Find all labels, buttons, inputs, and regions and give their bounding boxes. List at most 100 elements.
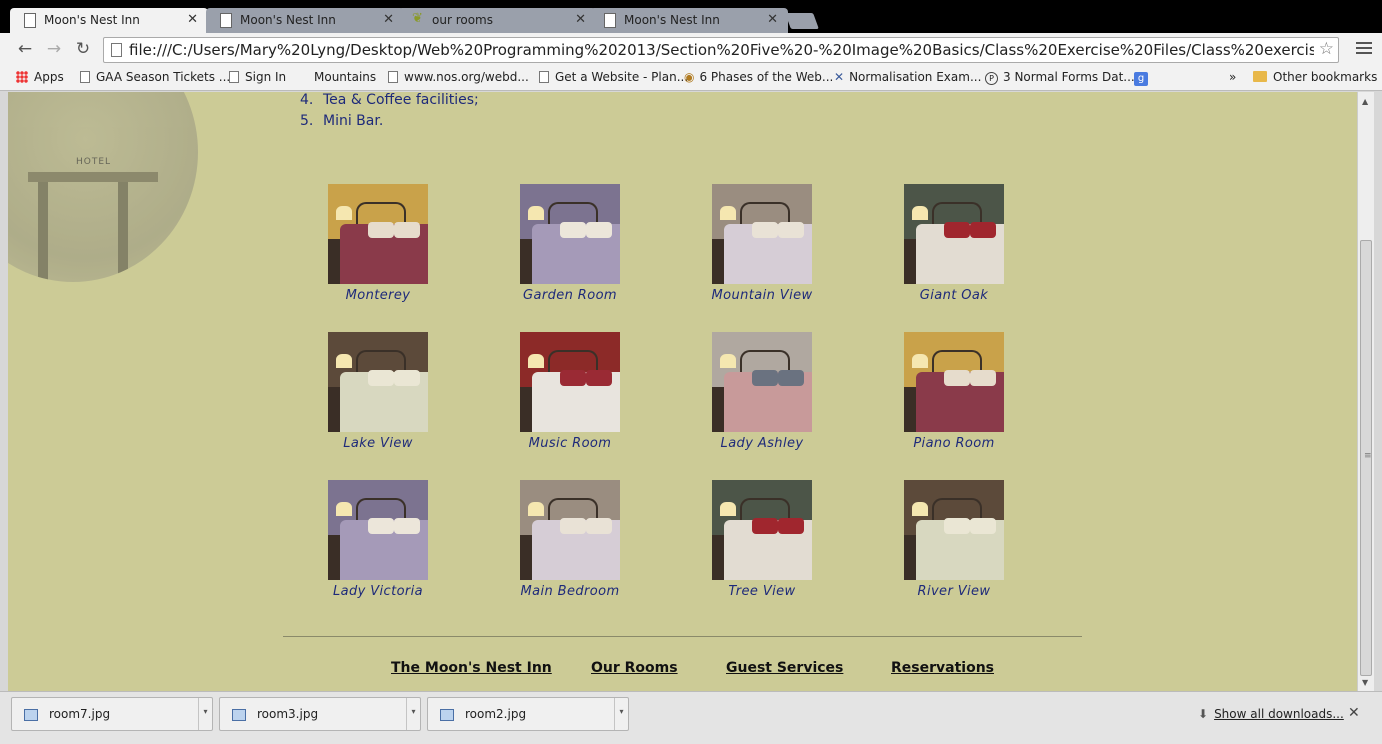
room-card: Monterey xyxy=(308,184,448,303)
footer-link-guest-services[interactable]: Guest Services xyxy=(726,660,843,676)
other-bookmarks[interactable]: Other bookmarks xyxy=(1253,70,1377,84)
download-menu-arrow-icon[interactable]: ▾ xyxy=(406,698,420,730)
show-all-downloads-link[interactable]: ⬇ Show all downloads... xyxy=(1198,707,1344,721)
porch-post xyxy=(118,182,128,282)
page-icon xyxy=(539,71,549,83)
room-caption: Music Room xyxy=(528,436,612,451)
bookmark-item[interactable]: Mountains xyxy=(314,70,376,84)
bookmark-google[interactable]: g xyxy=(1134,70,1148,86)
browser-window: Moon's Nest Inn ✕ Moon's Nest Inn ✕ ❦ ou… xyxy=(0,0,1382,744)
room-card: Mountain View xyxy=(692,184,832,303)
bookmark-label: Normalisation Exam... xyxy=(849,70,982,84)
room-thumbnail[interactable] xyxy=(328,480,428,580)
room-thumbnail[interactable] xyxy=(520,332,620,432)
room-thumbnail[interactable] xyxy=(904,184,1004,284)
bookmark-label: 3 Normal Forms Dat... xyxy=(1003,70,1135,84)
vertical-scrollbar[interactable]: ▲ ≡ ▼ xyxy=(1357,92,1374,691)
room-caption: Main Bedroom xyxy=(520,584,620,599)
page-icon xyxy=(80,71,90,83)
tab-title: Moon's Nest Inn xyxy=(44,13,140,27)
room-thumbnail[interactable] xyxy=(904,480,1004,580)
address-bar[interactable]: file:///C:/Users/Mary%20Lyng/Desktop/Web… xyxy=(103,37,1339,63)
hotel-logo-image: HOTEL xyxy=(8,92,198,282)
tab-title: our rooms xyxy=(432,13,493,27)
download-menu-arrow-icon[interactable]: ▾ xyxy=(198,698,212,730)
url-text[interactable]: file:///C:/Users/Mary%20Lyng/Desktop/Web… xyxy=(129,41,1314,59)
room-thumbnail[interactable] xyxy=(328,184,428,284)
room-thumbnail[interactable] xyxy=(328,332,428,432)
download-item[interactable]: room2.jpg ▾ xyxy=(427,697,629,731)
bookmark-star-icon[interactable]: ☆ xyxy=(1319,39,1334,59)
close-icon[interactable]: ✕ xyxy=(187,12,198,27)
room-thumbnail[interactable] xyxy=(904,332,1004,432)
bookmark-label: Sign In xyxy=(245,70,287,84)
close-icon[interactable]: ✕ xyxy=(1348,705,1360,721)
room-card: Lady Victoria xyxy=(308,480,448,599)
bookmark-apps[interactable]: Apps xyxy=(16,70,64,84)
reload-icon[interactable]: ↻ xyxy=(73,39,93,59)
list-item: 5. Mini Bar. xyxy=(300,111,479,132)
close-icon[interactable]: ✕ xyxy=(767,12,778,27)
bookmark-label: Other bookmarks xyxy=(1273,70,1378,84)
close-icon[interactable]: ✕ xyxy=(575,12,586,27)
bookmark-label: Get a Website - Plan... xyxy=(555,70,689,84)
page-icon xyxy=(111,43,122,57)
tab-title: Moon's Nest Inn xyxy=(624,13,720,27)
scrollbar-thumb[interactable]: ≡ xyxy=(1360,240,1372,676)
folder-icon xyxy=(1253,71,1267,82)
menu-icon[interactable] xyxy=(1356,39,1372,57)
new-tab-button[interactable] xyxy=(785,13,819,29)
close-icon[interactable]: ✕ xyxy=(383,12,394,27)
footer-link-home[interactable]: The Moon's Nest Inn xyxy=(391,660,552,676)
bookmark-label: Mountains xyxy=(314,70,377,84)
porch-post xyxy=(38,182,48,282)
download-filename: room2.jpg xyxy=(465,707,527,721)
room-thumbnail[interactable] xyxy=(712,332,812,432)
page-viewport: HOTEL 4. Tea & Coffee facilities; 5. Mini … xyxy=(8,92,1357,691)
bookmark-item[interactable]: GAA Season Tickets ... xyxy=(80,70,230,84)
room-thumbnail[interactable] xyxy=(712,480,812,580)
list-number: 5. xyxy=(300,113,314,129)
bookmark-label: 6 Phases of the Web... xyxy=(699,70,834,84)
room-thumbnail[interactable] xyxy=(520,480,620,580)
tab-moons-nest-inn-3[interactable]: Moon's Nest Inn ✕ xyxy=(590,8,788,33)
scroll-up-arrow-icon[interactable]: ▲ xyxy=(1362,97,1368,106)
forward-arrow-icon[interactable]: → xyxy=(44,39,64,59)
tab-moons-nest-inn-2[interactable]: Moon's Nest Inn ✕ xyxy=(206,8,404,33)
room-thumbnail[interactable] xyxy=(520,184,620,284)
page-icon xyxy=(388,71,398,83)
bookmark-item[interactable]: P 3 Normal Forms Dat... xyxy=(985,70,1135,85)
image-file-icon xyxy=(440,709,454,721)
footer-link-our-rooms[interactable]: Our Rooms xyxy=(591,660,678,676)
download-filename: room7.jpg xyxy=(49,707,111,721)
bookmarks-overflow-button[interactable]: » xyxy=(1229,70,1236,84)
room-thumbnail[interactable] xyxy=(712,184,812,284)
bookmark-item[interactable]: ✕ Normalisation Exam... xyxy=(834,70,981,84)
page-icon xyxy=(604,13,616,28)
tab-our-rooms[interactable]: ❦ our rooms ✕ xyxy=(398,8,596,33)
p-logo-icon: P xyxy=(985,72,998,85)
hotel-sign-text: HOTEL xyxy=(76,157,112,167)
bookmark-item[interactable]: ◉ 6 Phases of the Web... xyxy=(684,70,833,84)
tab-moons-nest-inn-1[interactable]: Moon's Nest Inn ✕ xyxy=(10,8,208,34)
back-arrow-icon[interactable]: ← xyxy=(15,39,35,59)
amenities-list: 4. Tea & Coffee facilities; 5. Mini Bar. xyxy=(300,92,479,132)
scroll-down-arrow-icon[interactable]: ▼ xyxy=(1362,678,1368,687)
leaf-icon: ❦ xyxy=(412,11,423,26)
image-file-icon xyxy=(232,709,246,721)
room-card: Lake View xyxy=(308,332,448,451)
bookmark-item[interactable]: www.nos.org/webd... xyxy=(388,70,529,84)
download-filename: room3.jpg xyxy=(257,707,319,721)
room-caption: Piano Room xyxy=(913,436,995,451)
download-item[interactable]: room3.jpg ▾ xyxy=(219,697,421,731)
bookmark-label: Apps xyxy=(34,70,64,84)
room-card: Giant Oak xyxy=(884,184,1024,303)
download-item[interactable]: room7.jpg ▾ xyxy=(11,697,213,731)
download-menu-arrow-icon[interactable]: ▾ xyxy=(614,698,628,730)
room-card: Music Room xyxy=(500,332,640,451)
footer-link-reservations[interactable]: Reservations xyxy=(891,660,994,676)
bookmark-item[interactable]: Get a Website - Plan... xyxy=(539,70,688,84)
bookmark-item[interactable]: Sign In xyxy=(229,70,286,84)
room-caption: Mountain View xyxy=(711,288,813,303)
image-file-icon xyxy=(24,709,38,721)
